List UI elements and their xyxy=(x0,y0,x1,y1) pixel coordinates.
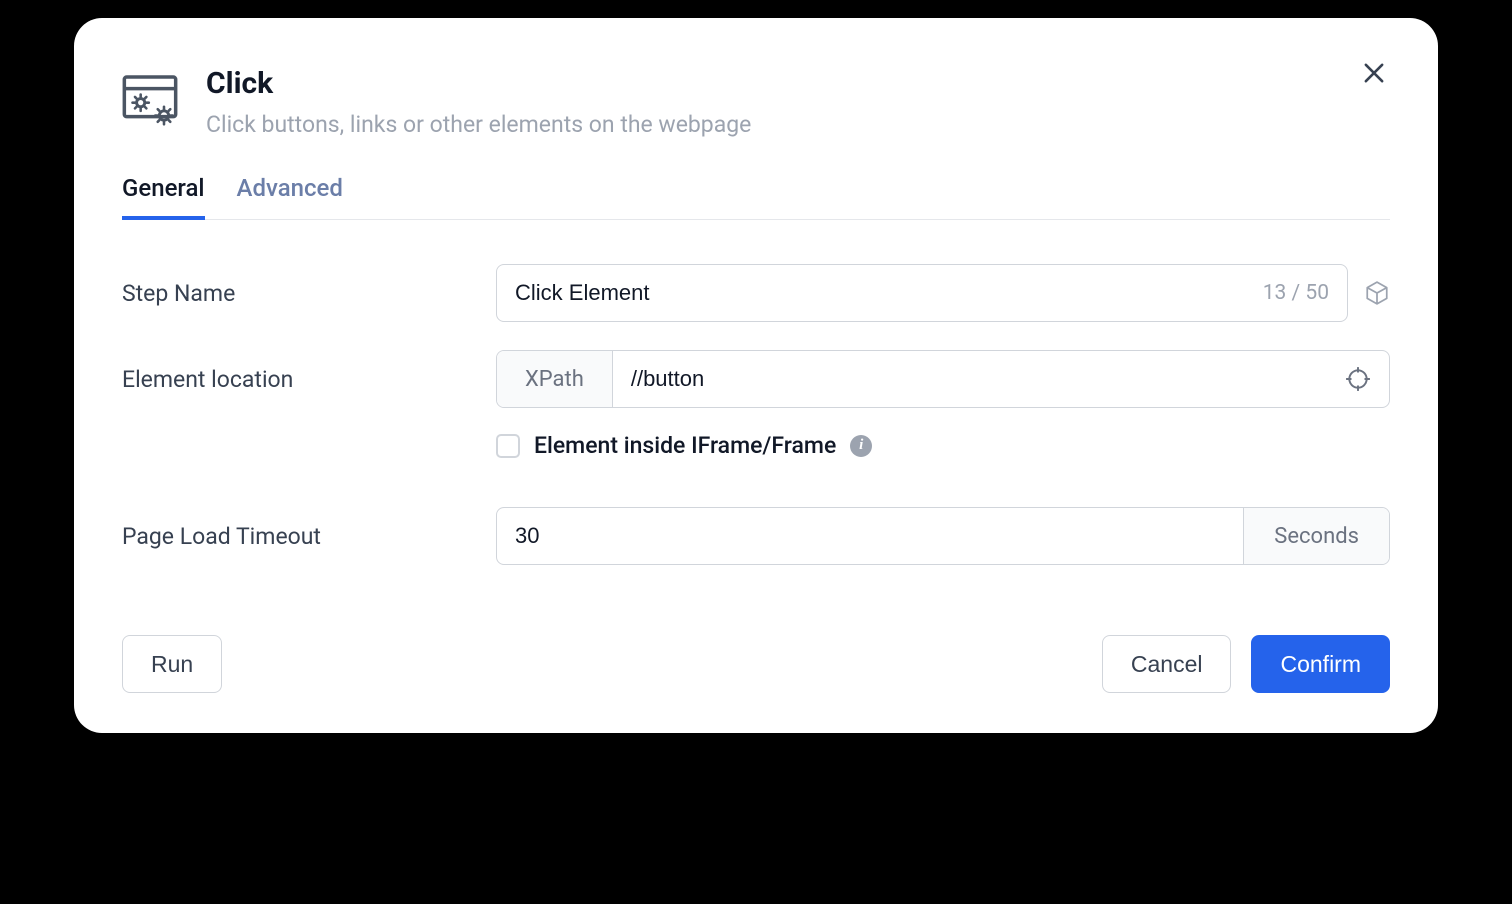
tab-advanced[interactable]: Advanced xyxy=(237,174,343,220)
browser-settings-icon xyxy=(122,70,178,126)
label-step-name: Step Name xyxy=(122,280,496,307)
iframe-checkbox[interactable] xyxy=(496,434,520,458)
dialog-header: Click Click buttons, links or other elem… xyxy=(122,66,1390,138)
cancel-button[interactable]: Cancel xyxy=(1102,635,1232,693)
iframe-checkbox-label: Element inside IFrame/Frame xyxy=(534,432,836,459)
close-button[interactable] xyxy=(1358,58,1390,90)
page-load-timeout-input[interactable] xyxy=(497,508,1243,564)
click-step-dialog: Click Click buttons, links or other elem… xyxy=(74,18,1438,733)
row-page-load-timeout: Page Load Timeout Seconds xyxy=(122,507,1390,565)
element-location-input[interactable] xyxy=(613,351,1337,407)
row-iframe-checkbox: Element inside IFrame/Frame i xyxy=(496,432,1390,459)
label-element-location: Element location xyxy=(122,366,496,393)
label-page-load-timeout: Page Load Timeout xyxy=(122,523,496,550)
dialog-footer: Run Cancel Confirm xyxy=(122,635,1390,693)
row-element-location: Element location XPath xyxy=(122,350,1390,408)
info-icon[interactable]: i xyxy=(850,435,872,457)
dialog-title: Click xyxy=(206,66,1390,101)
selector-type-dropdown[interactable]: XPath xyxy=(497,351,613,407)
row-step-name: Step Name 13 / 50 xyxy=(122,264,1390,322)
step-name-counter: 13 / 50 xyxy=(1263,281,1329,305)
close-icon xyxy=(1360,59,1388,87)
tabs: General Advanced xyxy=(122,174,1390,220)
confirm-button[interactable]: Confirm xyxy=(1251,635,1390,693)
cube-icon[interactable] xyxy=(1364,280,1390,306)
step-name-input[interactable] xyxy=(515,265,1251,321)
dialog-subtitle: Click buttons, links or other elements o… xyxy=(206,111,1390,138)
run-button[interactable]: Run xyxy=(122,635,222,693)
tab-general[interactable]: General xyxy=(122,174,205,220)
target-icon[interactable] xyxy=(1345,366,1371,392)
timeout-unit: Seconds xyxy=(1243,508,1389,564)
